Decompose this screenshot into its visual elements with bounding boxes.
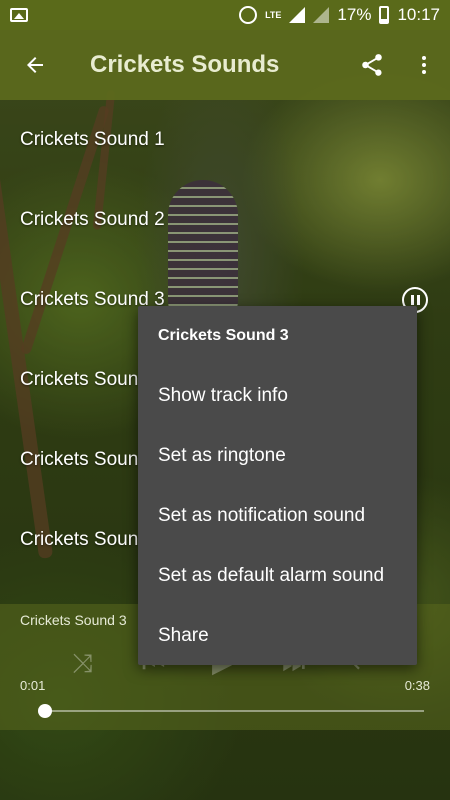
page-title: Crickets Sounds xyxy=(90,51,280,78)
time-elapsed: 0:01 xyxy=(20,678,46,693)
alarm-icon xyxy=(239,6,258,24)
menu-item-share[interactable]: Share xyxy=(138,606,417,666)
menu-title: Crickets Sound 3 xyxy=(158,327,289,344)
back-arrow-icon xyxy=(27,57,43,73)
share-button[interactable] xyxy=(346,30,398,100)
lte-indicator: LTE xyxy=(265,10,282,20)
seek-thumb[interactable] xyxy=(38,704,52,718)
track-item[interactable]: Crickets Sound 1 xyxy=(0,100,450,180)
signal-secondary-icon xyxy=(313,7,330,23)
shuffle-icon[interactable]: ⤨ xyxy=(72,648,93,680)
menu-item-set-alarm[interactable]: Set as default alarm sound xyxy=(138,546,417,606)
signal-icon xyxy=(289,7,306,23)
now-playing-title: Crickets Sound 3 xyxy=(20,612,127,628)
share-icon xyxy=(362,54,382,76)
status-bar: LTE 17% 10:17 xyxy=(0,0,450,30)
menu-item-set-ringtone[interactable]: Set as ringtone xyxy=(138,426,417,486)
image-notification-icon xyxy=(10,8,28,22)
more-vert-icon xyxy=(422,56,426,74)
menu-item-set-notification[interactable]: Set as notification sound xyxy=(138,486,417,546)
seek-bar[interactable] xyxy=(40,710,424,712)
app-bar: Crickets Sounds xyxy=(0,30,450,100)
overflow-menu-button[interactable] xyxy=(398,30,450,100)
track-label: Crickets Sound 2 xyxy=(20,209,165,230)
time-total: 0:38 xyxy=(404,678,430,693)
track-label: Crickets Sound 1 xyxy=(20,129,165,150)
track-context-menu: Crickets Sound 3 Show track info Set as … xyxy=(138,306,417,665)
battery-icon xyxy=(379,6,390,24)
menu-item-show-track-info[interactable]: Show track info xyxy=(138,366,417,426)
back-button[interactable] xyxy=(0,30,70,100)
track-item[interactable]: Crickets Sound 2 xyxy=(0,180,450,260)
clock: 10:17 xyxy=(397,5,440,24)
battery-percent: 17% xyxy=(337,5,372,24)
